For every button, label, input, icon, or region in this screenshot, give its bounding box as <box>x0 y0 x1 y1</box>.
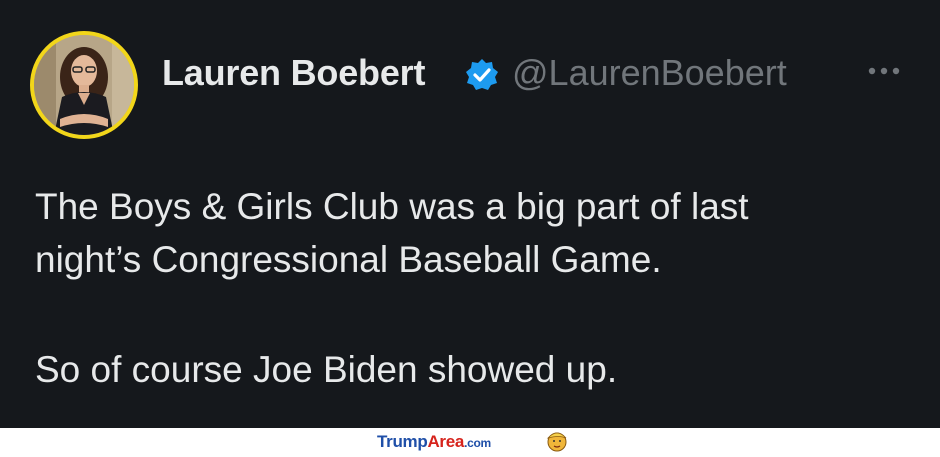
brand-logo: TrumpArea.com <box>377 432 491 452</box>
mascot-icon <box>545 430 569 452</box>
author-handle[interactable]: @LaurenBoebert <box>512 52 787 94</box>
tweet-card: Lauren Boebert @LaurenBoebert The Boys &… <box>0 0 940 428</box>
tweet-text-line: So of course Joe Biden showed up. <box>35 349 618 390</box>
avatar[interactable] <box>30 31 138 139</box>
tweet-text-line: night’s Congressional Baseball Game. <box>35 239 662 280</box>
watermark-footer: TrumpArea.com <box>0 428 940 453</box>
avatar-image <box>34 35 134 135</box>
brand-part1: Trump <box>377 432 428 451</box>
verified-badge-icon <box>465 58 499 92</box>
more-horizontal-icon[interactable] <box>864 56 904 86</box>
brand-part2: Area <box>427 432 465 451</box>
brand-suffix: .com <box>464 436 491 450</box>
author-name[interactable]: Lauren Boebert <box>162 52 425 94</box>
tweet-text-line: The Boys & Girls Club was a big part of … <box>35 186 749 227</box>
